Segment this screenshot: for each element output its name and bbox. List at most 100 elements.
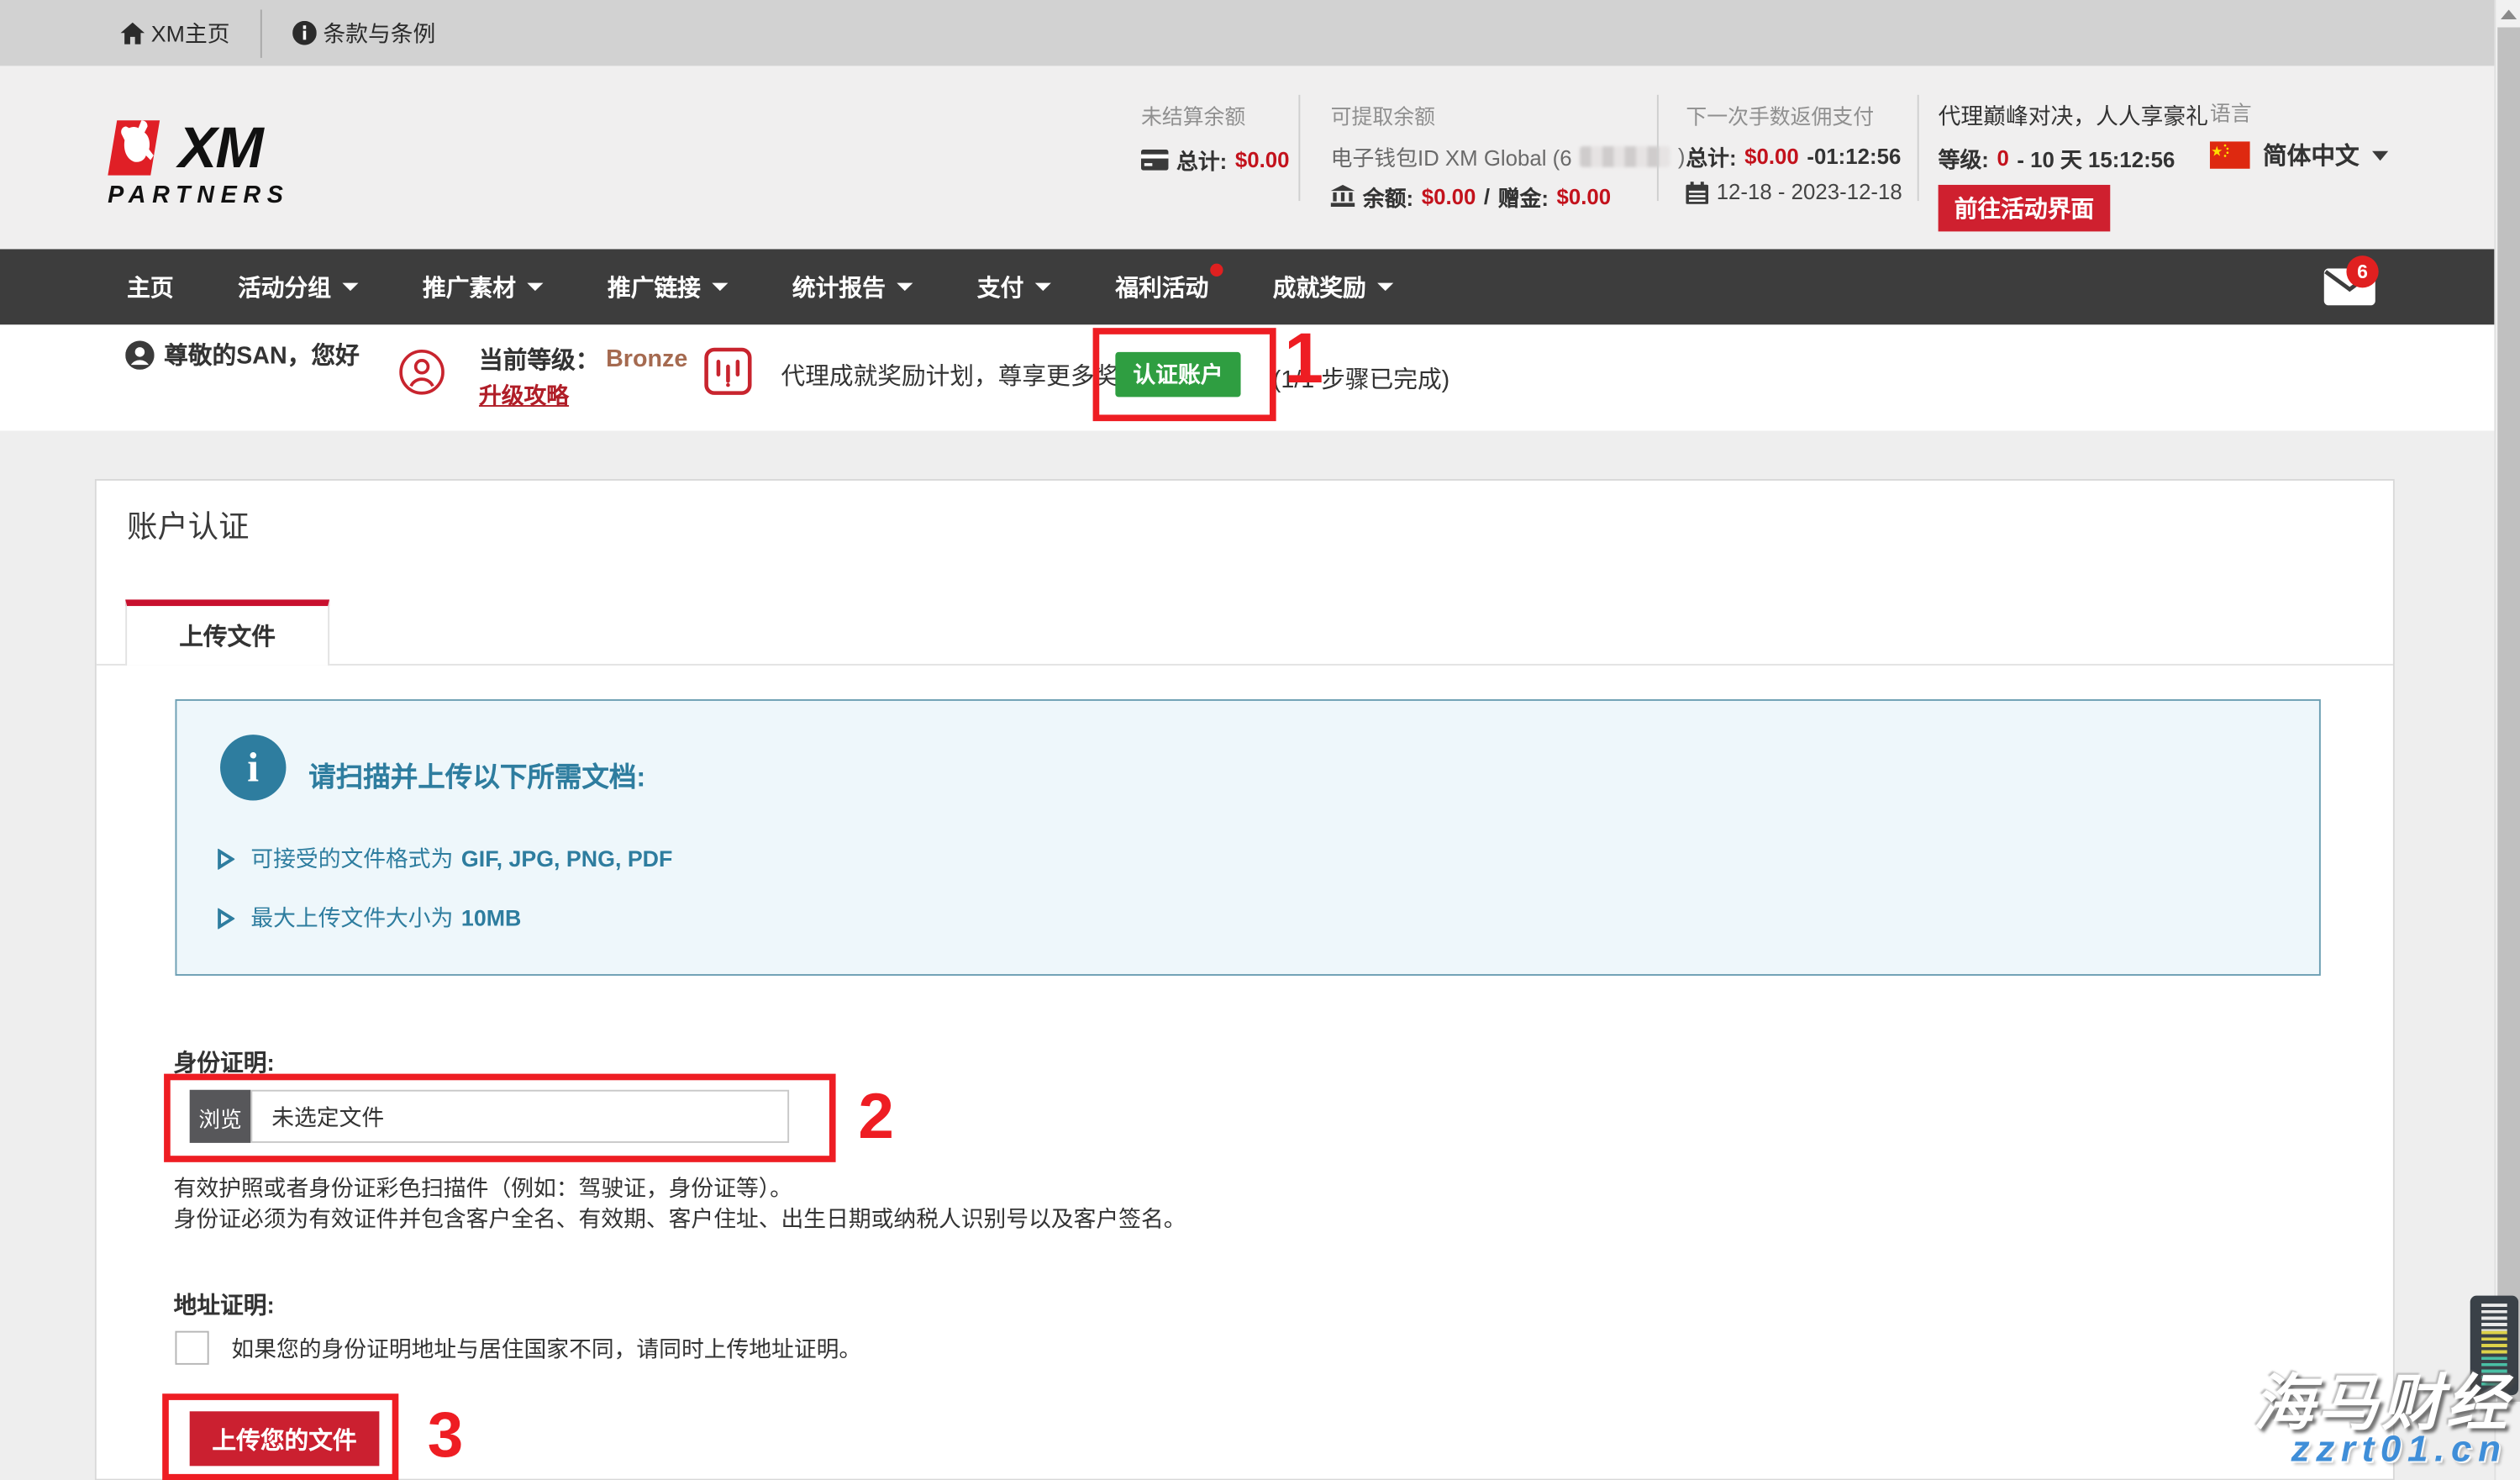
- credit-card-icon: [1141, 149, 1169, 170]
- xm-partners-logo[interactable]: XM PARTNERS: [108, 118, 289, 209]
- chevron-down-icon: [1377, 283, 1393, 292]
- scrollbar-thumb[interactable]: [2497, 28, 2520, 1402]
- nav-item-achievements[interactable]: 成就奖励: [1273, 270, 1393, 303]
- level-value: Bronze: [606, 345, 687, 373]
- topbar-terms-label: 条款与条例: [323, 17, 435, 49]
- current-level: 当前等级： Bronze: [479, 342, 687, 376]
- user-bar: 尊敬的SAN，您好 ! 当前等级： Bronze 升级攻略 代理成: [0, 324, 2520, 430]
- header: XM PARTNERS 未结算余额 总计: $0.00 可提取余额 电子钱包ID…: [0, 66, 2520, 249]
- chevron-down-icon: [527, 283, 543, 292]
- tab-strip-line: [97, 664, 2393, 666]
- level-label: 当前等级：: [479, 342, 599, 376]
- chevron-down-icon: [1035, 283, 1051, 292]
- info-heading: 请扫描并上传以下所需文档:: [308, 754, 645, 794]
- topbar-divider: [260, 9, 262, 57]
- nav-item-reports[interactable]: 统计报告: [792, 270, 913, 303]
- chevron-down-icon: [712, 283, 728, 292]
- nav-item-payments[interactable]: 支付: [977, 270, 1051, 303]
- topbar-terms-link[interactable]: 条款与条例: [292, 17, 435, 49]
- payout-date-range: 12-18 - 2023-12-18: [1717, 180, 1902, 204]
- bank-icon: [1331, 185, 1355, 208]
- header-divider-1: [1298, 95, 1300, 201]
- unsettled-balance-block: 未结算余额 总计: $0.00: [1141, 100, 1290, 176]
- withdrawable-balance-block: 可提取余额 电子钱包ID XM Global (6 ) 余额: $0.00 / …: [1331, 100, 1686, 213]
- nav-label: 主页: [127, 270, 173, 303]
- triangle-bullet-icon: [217, 848, 234, 869]
- topbar-home-link[interactable]: XM主页: [120, 17, 229, 49]
- scrollbar-up-arrow[interactable]: [2500, 9, 2516, 18]
- verify-account-button[interactable]: 认证账户: [1115, 352, 1240, 398]
- bullet-bold: GIF, JPG, PNG, PDF: [461, 845, 672, 872]
- top-utility-bar: XM主页 条款与条例: [0, 0, 2520, 66]
- upgrade-guide-link[interactable]: 升级攻略: [479, 379, 569, 411]
- chevron-down-icon: [342, 283, 358, 292]
- info-box: i 请扫描并上传以下所需文档: 可接受的文件格式为 GIF, JPG, PNG, …: [175, 699, 2320, 976]
- program-note: 代理成就奖励计划，尊享更多奖励！: [781, 359, 1167, 392]
- nav-item-campaign-groups[interactable]: 活动分组: [238, 270, 358, 303]
- calendar-icon: [1686, 181, 1708, 203]
- promo-block: 代理巅峰对决，人人享豪礼 等级: 0 - 10 天 15:12:56 前往活动界…: [1939, 100, 2208, 232]
- annotation-number-3: 3: [428, 1404, 464, 1468]
- page-title: 账户认证: [127, 503, 249, 547]
- nav-item-promo-materials[interactable]: 推广素材: [423, 270, 543, 303]
- file-input-field[interactable]: 未选定文件: [250, 1090, 789, 1143]
- nav-item-home[interactable]: 主页: [127, 270, 173, 303]
- balance-separator: /: [1484, 184, 1490, 208]
- promo-cta-button[interactable]: 前往活动界面: [1939, 185, 2111, 231]
- promo-level-value: 0: [1997, 145, 2008, 170]
- header-divider-3: [1918, 95, 1919, 201]
- nav-label: 活动分组: [238, 270, 331, 303]
- info-bullet-size: 最大上传文件大小为 10MB: [217, 902, 521, 934]
- promo-title: 代理巅峰对决，人人享豪礼: [1939, 100, 2208, 132]
- tab-upload-files[interactable]: 上传文件: [125, 599, 329, 665]
- chevron-down-icon: [2372, 150, 2388, 160]
- notification-dot: [1210, 264, 1223, 277]
- language-title: 语言: [2210, 97, 2388, 127]
- annotation-number-1: 1: [1284, 324, 1323, 395]
- identity-proof-label: 身份证明:: [174, 1045, 275, 1078]
- mailbox-button[interactable]: 6: [2324, 268, 2375, 313]
- topbar-home-label: XM主页: [151, 17, 230, 49]
- next-payout-block: 下一次手数返佣支付 总计: $0.00 -01:12:56 12-18 - 20…: [1686, 100, 1902, 204]
- logo-subtext: PARTNERS: [108, 182, 289, 209]
- verification-card: 账户认证 上传文件 i 请扫描并上传以下所需文档: 可接受的文件格式为 GIF, …: [95, 479, 2395, 1480]
- nav-item-promo-links[interactable]: 推广链接: [608, 270, 728, 303]
- balance-label: 余额:: [1363, 180, 1413, 212]
- equalizer-white-bars: [2481, 1304, 2507, 1331]
- greeting-text: 尊敬的SAN，您好: [164, 338, 360, 371]
- language-value: 简体中文: [2263, 138, 2360, 171]
- promo-level-label: 等级:: [1939, 141, 1989, 173]
- balance-value: $0.00: [1422, 184, 1476, 208]
- home-icon: [120, 22, 145, 45]
- level-user-icon: [398, 349, 445, 395]
- info-circle-icon: i: [220, 735, 286, 800]
- address-proof-label: 地址证明:: [174, 1288, 275, 1321]
- greeting: 尊敬的SAN，您好: [125, 338, 360, 371]
- unsettled-title: 未结算余额: [1141, 100, 1290, 130]
- payout-total-value: $0.00: [1744, 144, 1799, 168]
- upload-files-button[interactable]: 上传您的文件: [190, 1411, 380, 1466]
- wallet-id-prefix: 电子钱包ID XM Global (6: [1331, 140, 1572, 171]
- nav-label: 推广链接: [608, 270, 701, 303]
- next-payout-title: 下一次手数返佣支付: [1686, 100, 1902, 130]
- nav-item-benefits[interactable]: 福利活动: [1115, 270, 1208, 303]
- equalizer-yellow-bars: [2481, 1331, 2507, 1356]
- main-nav: 主页 活动分组 推广素材 推广链接 统计报告 支付 福利活动 成就奖励 6: [0, 249, 2520, 324]
- address-checkbox[interactable]: [175, 1331, 208, 1365]
- language-selector[interactable]: 简体中文: [2210, 138, 2388, 171]
- info-bullet-formats: 可接受的文件格式为 GIF, JPG, PNG, PDF: [217, 842, 672, 874]
- payout-total-label: 总计:: [1686, 140, 1736, 171]
- bullet-bold: 10MB: [461, 905, 521, 931]
- info-icon: [292, 21, 317, 45]
- annotation-number-2: 2: [858, 1085, 894, 1150]
- address-checkbox-note: 如果您的身份证明地址与居住国家不同，请同时上传地址证明。: [231, 1334, 861, 1364]
- page: XM主页 条款与条例 XM PARTNERS 未结算余额 总计:: [0, 0, 2520, 1480]
- bonus-value: $0.00: [1557, 184, 1612, 208]
- browse-button[interactable]: 浏览: [190, 1090, 251, 1143]
- logo-text: XM: [178, 119, 261, 177]
- bullet-text: 可接受的文件格式为: [250, 845, 453, 872]
- china-flag-icon: [2210, 141, 2250, 169]
- user-icon: [125, 340, 154, 369]
- scrollbar: [2494, 0, 2520, 1480]
- bullet-text: 最大上传文件大小为: [250, 905, 453, 931]
